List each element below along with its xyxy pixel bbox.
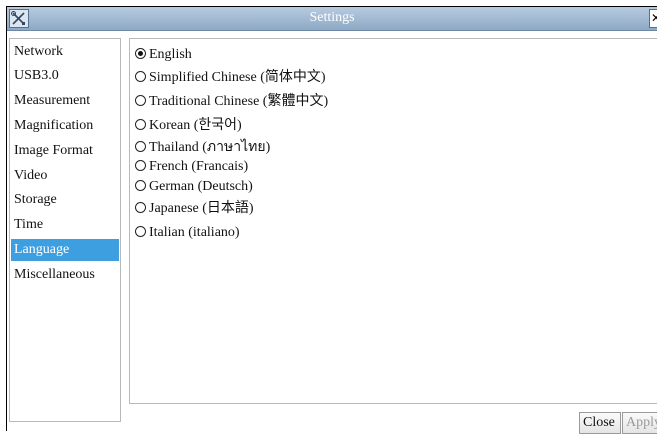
language-option-label: German (Deutsch)	[149, 179, 253, 194]
settings-sidebar: Network USB3.0 Measurement Magnification…	[9, 38, 121, 422]
radio-button[interactable]	[135, 141, 146, 152]
sidebar-item-storage[interactable]: Storage	[11, 189, 119, 211]
radio-button[interactable]	[135, 119, 146, 130]
radio-button[interactable]	[135, 95, 146, 106]
language-option-korean[interactable]: Korean (한국어)	[135, 116, 242, 136]
radio-button[interactable]	[135, 226, 146, 237]
language-option-label: Simplified Chinese (简体中文)	[149, 70, 326, 85]
sidebar-item-usb3[interactable]: USB3.0	[11, 65, 119, 87]
sidebar-item-image-format[interactable]: Image Format	[11, 140, 119, 162]
language-option-label: Italian (italiano)	[149, 225, 240, 240]
language-option-label: Japanese (日本語)	[149, 201, 254, 216]
language-option-italian[interactable]: Italian (italiano)	[135, 223, 240, 243]
radio-button[interactable]	[135, 202, 146, 213]
language-option-simplified-chinese[interactable]: Simplified Chinese (简体中文)	[135, 68, 326, 88]
title-bar: Settings ✕	[7, 7, 657, 31]
settings-window: Settings ✕ Network USB3.0 Measurement Ma…	[6, 6, 657, 434]
language-option-label: English	[149, 47, 192, 62]
language-option-french[interactable]: French (Francais)	[135, 157, 248, 177]
radio-button[interactable]	[135, 180, 146, 191]
language-option-label: French (Francais)	[149, 159, 249, 174]
sidebar-item-measurement[interactable]: Measurement	[11, 90, 119, 112]
radio-button[interactable]	[135, 160, 146, 171]
sidebar-item-magnification[interactable]: Magnification	[11, 115, 119, 137]
sidebar-item-miscellaneous[interactable]: Miscellaneous	[11, 264, 119, 286]
language-option-label: Traditional Chinese (繁體中文)	[149, 94, 329, 109]
close-window-icon[interactable]: ✕	[649, 9, 657, 28]
sidebar-item-network[interactable]: Network	[11, 41, 119, 63]
language-panel: English Simplified Chinese (简体中文) Tradit…	[129, 38, 657, 404]
language-option-label: Thailand (ภาษาไทย)	[149, 140, 271, 155]
radio-button-checked[interactable]	[135, 48, 146, 59]
sidebar-item-video[interactable]: Video	[11, 165, 119, 187]
language-option-german[interactable]: German (Deutsch)	[135, 177, 253, 197]
language-option-thai[interactable]: Thailand (ภาษาไทย)	[135, 138, 270, 158]
window-title: Settings	[309, 10, 355, 25]
sidebar-item-language[interactable]: Language	[11, 239, 119, 261]
sidebar-item-time[interactable]: Time	[11, 214, 119, 236]
language-option-japanese[interactable]: Japanese (日本語)	[135, 199, 254, 219]
language-option-english[interactable]: English	[135, 45, 192, 65]
radio-button[interactable]	[135, 71, 146, 82]
language-option-label: Korean (한국어)	[149, 118, 242, 133]
language-option-traditional-chinese[interactable]: Traditional Chinese (繁體中文)	[135, 92, 328, 112]
